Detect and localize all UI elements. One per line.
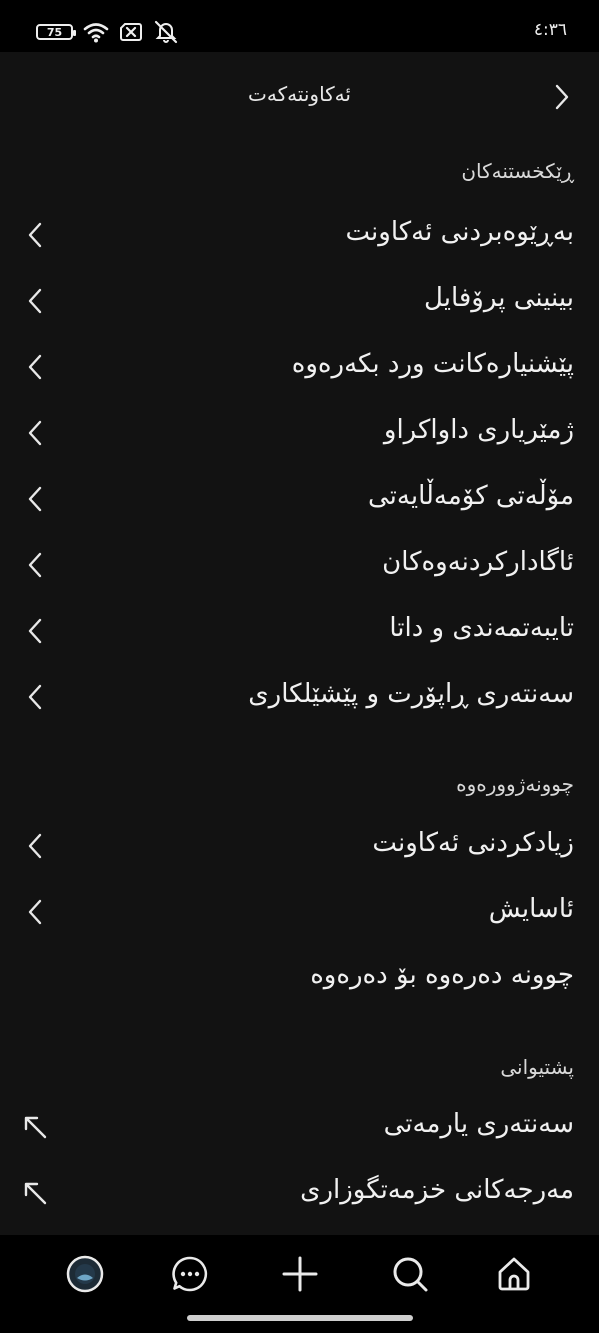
chevron-left-icon [22, 481, 48, 517]
top-bar: ئەکاونتەکەت [0, 52, 599, 144]
menu-item-label: بینینی پرۆفایل [424, 283, 574, 313]
menu-item-label: سەنتەری یارمەتی [383, 1109, 574, 1139]
menu-item-label: ژمێریاری داواکراو [383, 415, 574, 445]
chevron-left-icon [22, 349, 48, 385]
menu-item-notifications[interactable]: ئاگادارکردنەوەکان [0, 533, 599, 599]
chevron-left-icon [22, 613, 48, 649]
menu-item-security[interactable]: ئاسایش [0, 880, 599, 946]
chevron-left-icon [22, 415, 48, 451]
menu-item-refine-suggestions[interactable]: پێشنیارەکانت ورد بکەرەوە [0, 335, 599, 401]
chevron-left-icon [22, 894, 48, 930]
menu-item-label: زیادکردنی ئەکاونت [372, 828, 574, 858]
chevron-left-icon [22, 547, 48, 583]
menu-item-label: پێشنیارەکانت ورد بکەرەوە [291, 349, 574, 379]
page-title: ئەکاونتەکەت [248, 82, 351, 106]
menu-item-social-permissions[interactable]: مۆڵەتی کۆمەڵایەتی [0, 467, 599, 533]
battery-level: 75 [46, 25, 63, 39]
create-plus-icon [282, 1256, 318, 1292]
external-link-icon [22, 1175, 48, 1211]
menu-item-label: سەنتەری ڕاپۆرت و پێشێلکاری [248, 679, 574, 709]
chevron-left-icon [22, 217, 48, 253]
wifi-icon [83, 23, 109, 43]
sim-off-icon [120, 23, 142, 41]
back-button[interactable] [551, 80, 573, 114]
menu-item-label: مۆڵەتی کۆمەڵایەتی [368, 481, 574, 511]
bottom-navigation [0, 1235, 599, 1333]
status-time: ٤:٣٦ [533, 20, 567, 40]
search-icon [393, 1257, 428, 1292]
menu-item-requested-count[interactable]: ژمێریاری داواکراو [0, 401, 599, 467]
menu-item-view-profile[interactable]: بینینی پرۆفایل [0, 269, 599, 335]
nav-create-button[interactable] [277, 1251, 323, 1297]
menu-item-label: چوونە دەرەوە بۆ دەرەوە [310, 960, 574, 990]
menu-item-privacy-data[interactable]: تایبەتمەندی و داتا [0, 599, 599, 665]
notifications-off-icon [154, 20, 178, 44]
home-icon [498, 1257, 530, 1291]
nav-messages-button[interactable] [167, 1251, 213, 1297]
menu-item-label: بەڕێوەبردنی ئەکاونت [345, 217, 574, 247]
menu-item-label: ئاگادارکردنەوەکان [382, 547, 574, 577]
menu-item-label: تایبەتمەندی و داتا [389, 613, 574, 643]
menu-item-manage-account[interactable]: بەڕێوەبردنی ئەکاونت [0, 203, 599, 269]
section-header-support: پشتیوانی [500, 1055, 574, 1079]
messages-icon [172, 1256, 208, 1292]
menu-item-add-account[interactable]: زیادکردنی ئەکاونت [0, 814, 599, 880]
status-icons: 75 [36, 18, 179, 46]
nav-home-button[interactable] [491, 1251, 537, 1297]
external-link-icon [22, 1109, 48, 1145]
chevron-right-icon [555, 84, 569, 110]
chevron-left-icon [22, 828, 48, 864]
status-bar: 75 ٤:٣٦ [0, 0, 599, 52]
battery-icon: 75 [36, 24, 76, 40]
section-header-login: چوونەژوورەوە [456, 772, 574, 796]
menu-item-report-center[interactable]: سەنتەری ڕاپۆرت و پێشێلکاری [0, 665, 599, 731]
chevron-left-icon [22, 283, 48, 319]
menu-item-label: ئاسایش [488, 894, 574, 924]
profile-avatar-icon [66, 1255, 104, 1293]
section-header-settings: ڕێکخستنەکان [461, 159, 574, 183]
nav-search-button[interactable] [387, 1251, 433, 1297]
nav-profile-button[interactable] [62, 1251, 108, 1297]
menu-item-help-center[interactable]: سەنتەری یارمەتی [0, 1095, 599, 1161]
account-settings-screen: ئەکاونتەکەت ڕێکخستنەکان بەڕێوەبردنی ئەکا… [0, 52, 599, 1235]
menu-item-log-out[interactable]: چوونە دەرەوە بۆ دەرەوە [0, 946, 599, 1012]
chevron-left-icon [22, 679, 48, 715]
menu-item-label: مەرجەکانی خزمەتگوزاری [300, 1175, 574, 1205]
menu-item-terms-of-service[interactable]: مەرجەکانی خزمەتگوزاری [0, 1161, 599, 1227]
home-indicator[interactable] [187, 1315, 413, 1321]
